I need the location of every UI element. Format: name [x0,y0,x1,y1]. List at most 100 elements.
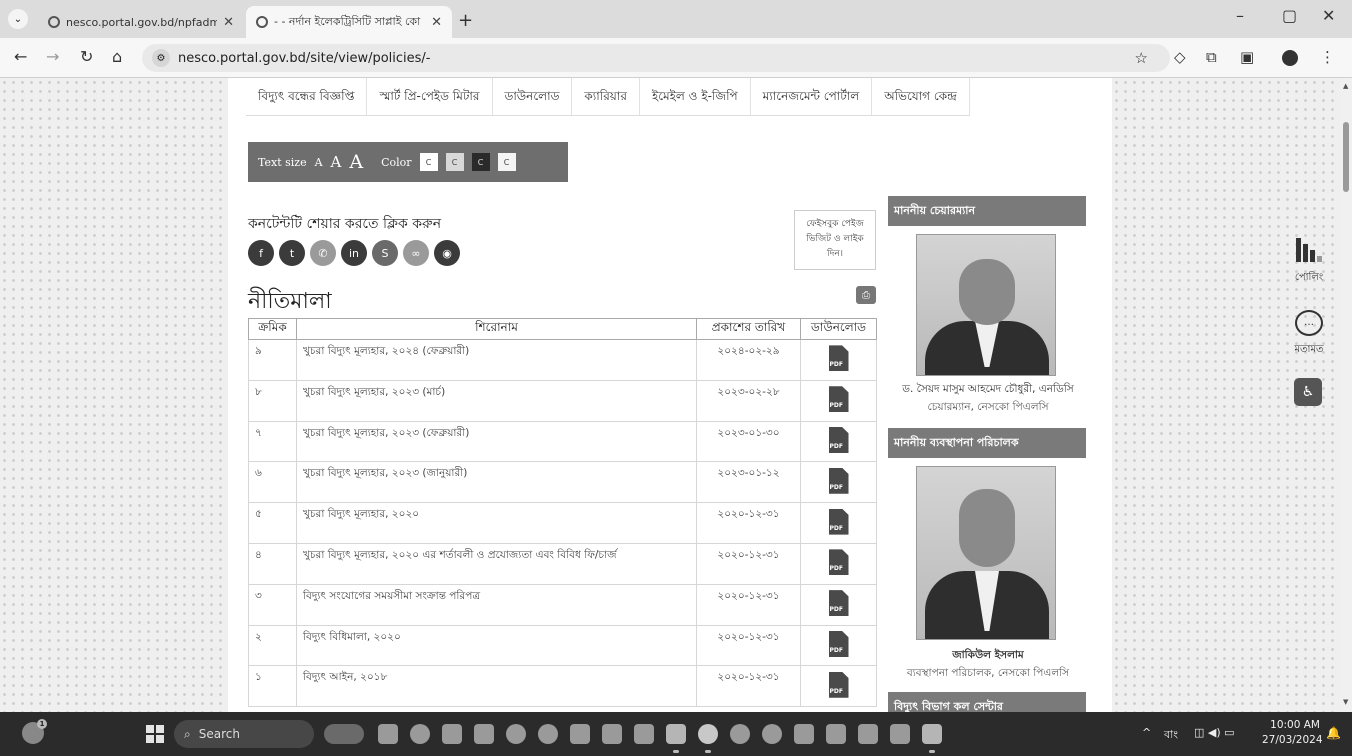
app-icon[interactable] [602,724,622,744]
reload-icon[interactable]: ↻ [80,47,93,66]
nav-item-career[interactable]: ক্যারিয়ার [572,78,640,115]
color-option-gray[interactable]: C [445,153,464,171]
accessibility-icon[interactable]: ♿ [1294,378,1322,406]
network-volume-battery-icon[interactable]: ◫ ◀) ▭ [1194,726,1235,739]
linkedin-icon[interactable]: in [341,240,367,266]
md-name: জাকিউল ইসলাম [952,649,1024,661]
back-arrow-icon[interactable]: ← [14,47,27,66]
scrollbar-thumb[interactable] [1343,122,1349,192]
close-tab-icon[interactable]: ✕ [431,15,442,30]
profile-avatar-icon[interactable] [1282,50,1298,66]
text-size-small-button[interactable]: A [315,156,323,169]
color-option-light[interactable]: C [497,153,516,171]
browser-tab-1[interactable]: nesco.portal.gov.bd/npfadmin/ ✕ [38,6,244,38]
link-icon[interactable]: ∞ [403,240,429,266]
nav-item-management-portal[interactable]: ম্যানেজমেন্ট পোর্টাল [751,78,873,115]
widget-app-icon[interactable] [324,724,364,744]
calculator-app-icon[interactable] [858,724,878,744]
extensions-puzzle-icon[interactable]: ⧉ [1206,48,1217,66]
file-explorer-icon[interactable] [890,724,910,744]
row-download: PDF [800,420,877,463]
app-icon[interactable] [506,724,526,744]
scroll-down-icon[interactable]: ▼ [1343,698,1348,706]
chrome-app-icon[interactable] [698,724,718,753]
close-window-button[interactable]: ✕ [1322,6,1335,25]
chairman-role: চেয়ারম্যান, নেসকো পিএলসি [927,401,1049,413]
nav-item-outage-notice[interactable]: বিদ্যুৎ বন্ধের বিজ্ঞপ্তি [246,78,368,115]
notepad-app-icon[interactable] [826,724,846,744]
site-info-icon[interactable]: ⚙ [152,49,170,67]
address-bar[interactable]: ⚙ nesco.portal.gov.bd/site/view/policies… [142,44,1170,72]
feedback-label: মতামত [1294,344,1324,355]
tray-chevron-up-icon[interactable]: ^ [1142,726,1151,739]
pdf-download-icon[interactable]: PDF [828,345,849,372]
facebook-page-box[interactable]: ফেইসবুক পেইজ ভিজিট ও লাইক দিন। [794,210,876,270]
page-scrollbar[interactable]: ▲ ▼ [1340,78,1352,712]
pdf-download-icon[interactable]: PDF [828,426,849,453]
system-clock[interactable]: 10:00 AM 27/03/2024 [1262,718,1323,748]
minimize-button[interactable]: – [1236,6,1244,25]
nav-item-smart-meter[interactable]: স্মার্ট প্রি-পেইড মিটার [367,78,493,115]
close-tab-icon[interactable]: ✕ [223,15,234,30]
nav-item-download[interactable]: ডাউনলোড [493,78,573,115]
nav-item-complaint-center[interactable]: অভিযোগ কেন্দ্র [872,78,970,115]
pdf-download-icon[interactable]: PDF [828,590,849,617]
color-option-white[interactable]: C [419,153,438,171]
pdf-download-icon[interactable]: PDF [828,386,849,413]
skype-icon[interactable]: S [372,240,398,266]
chat-app-icon[interactable] [410,724,430,744]
nav-item-email-egp[interactable]: ইমেইল ও ই-জিপি [640,78,751,115]
whatsapp-app-icon[interactable] [730,724,750,744]
app-icon[interactable] [570,724,590,744]
home-icon[interactable]: ⌂ [112,47,122,66]
pdf-download-icon[interactable]: PDF [828,630,849,657]
pdf-download-icon[interactable]: PDF [828,671,849,698]
task-view-icon[interactable] [378,724,398,744]
bookmark-star-icon[interactable]: ☆ [1135,49,1148,67]
input-language[interactable]: বাং [1164,726,1178,745]
md-photo [916,466,1056,640]
scroll-up-icon[interactable]: ▲ [1343,82,1348,90]
excel-app-icon[interactable] [666,724,686,753]
forward-arrow-icon[interactable]: → [46,47,59,66]
app-icon[interactable] [634,724,654,744]
text-size-large-button[interactable]: A [349,151,363,173]
tab-search-button[interactable]: ⌄ [8,9,28,29]
start-windows-icon[interactable] [146,725,164,743]
network-app-icon[interactable] [442,724,462,744]
row-title: খুচরা বিদ্যুৎ মূল্যহার, ২০২৪ (ফেব্রুয়ার… [296,339,697,381]
snipping-tool-icon[interactable] [474,724,494,744]
menu-kebab-icon[interactable]: ⋮ [1320,48,1335,66]
notification-bell-icon[interactable]: 🔔 [1326,726,1341,740]
whatsapp-icon[interactable]: ✆ [310,240,336,266]
color-option-dark[interactable]: C [471,153,490,171]
table-row: ৪ খুচরা বিদ্যুৎ মূল্যহার, ২০২০ এর শর্তাব… [248,542,877,585]
word-app-icon[interactable] [922,724,942,753]
search-placeholder: Search [198,727,240,741]
feedback-widget[interactable]: … মতামত [1288,310,1330,359]
twitter-icon[interactable]: t [279,240,305,266]
restore-button[interactable]: ▢ [1282,6,1297,25]
side-panel-icon[interactable]: ▣ [1240,48,1254,66]
browser-tab-2-active[interactable]: - - নর্দান ইলেকট্রিসিটি সাপ্লাই কো ✕ [246,6,452,38]
new-tab-button[interactable]: + [458,10,473,31]
extension-icon[interactable]: ◇ [1174,48,1186,66]
app-icon[interactable] [762,724,782,744]
table-row: ১ বিদ্যুৎ আইন, ২০১৮ ২০২০-১২-৩১ PDF [248,665,877,708]
poll-widget[interactable]: পোলিং [1288,238,1330,287]
text-size-medium-button[interactable]: A [331,153,342,171]
pdf-download-icon[interactable]: PDF [828,467,849,494]
taskbar-search[interactable]: ⌕ Search [174,720,314,748]
pdf-download-icon[interactable]: PDF [828,549,849,576]
app-icon[interactable] [794,724,814,744]
zoom-app-icon[interactable] [538,724,558,744]
messenger-icon[interactable]: ◉ [434,240,460,266]
facebook-icon[interactable]: f [248,240,274,266]
row-serial: ২ [248,624,297,667]
row-download: PDF [800,665,877,708]
pdf-download-icon[interactable]: PDF [828,508,849,535]
row-serial: ৫ [248,502,297,544]
print-icon[interactable]: ⎙ [856,286,876,304]
weather-widget-icon[interactable]: 1 [22,719,47,744]
clock-date: 27/03/2024 [1262,734,1323,746]
